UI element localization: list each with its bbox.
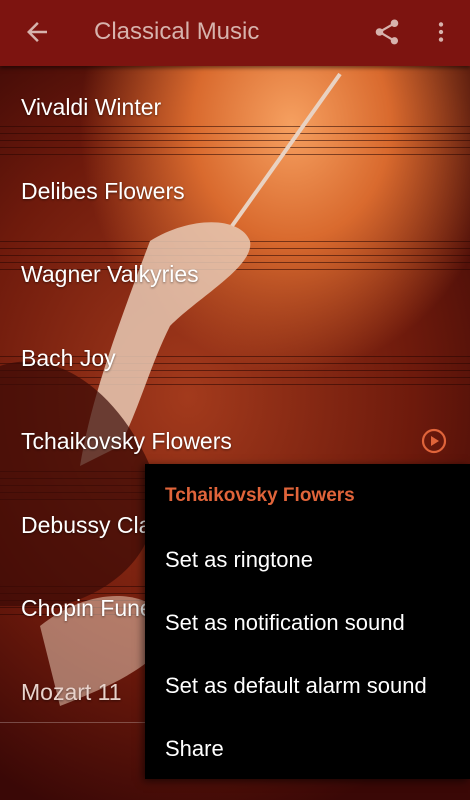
list-item[interactable]: Bach Joy [0,317,470,401]
list-item[interactable]: Delibes Flowers [0,150,470,234]
menu-item-set-notification[interactable]: Set as notification sound [145,591,470,654]
share-icon[interactable] [372,17,402,47]
context-menu: Tchaikovsky Flowers Set as ringtone Set … [145,464,470,779]
menu-item-set-ringtone[interactable]: Set as ringtone [145,528,470,591]
play-circle-icon[interactable] [421,428,447,454]
song-title: Wagner Valkyries [21,261,199,288]
song-title: Delibes Flowers [21,177,185,204]
song-title: Vivaldi Winter [21,94,162,121]
arrow-back-icon[interactable] [22,17,52,47]
menu-item-set-alarm[interactable]: Set as default alarm sound [145,654,470,717]
song-title: Mozart 11 [21,678,122,705]
list-item[interactable]: Vivaldi Winter [0,66,470,150]
app-bar: Classical Music [0,0,470,66]
menu-item-share[interactable]: Share [145,717,470,780]
song-title: Bach Joy [21,344,116,371]
more-vert-icon[interactable] [428,17,454,47]
list-item[interactable]: Wagner Valkyries [0,233,470,317]
song-title: Tchaikovsky Flowers [21,428,232,455]
app-title: Classical Music [94,18,260,45]
context-menu-title: Tchaikovsky Flowers [165,485,355,506]
